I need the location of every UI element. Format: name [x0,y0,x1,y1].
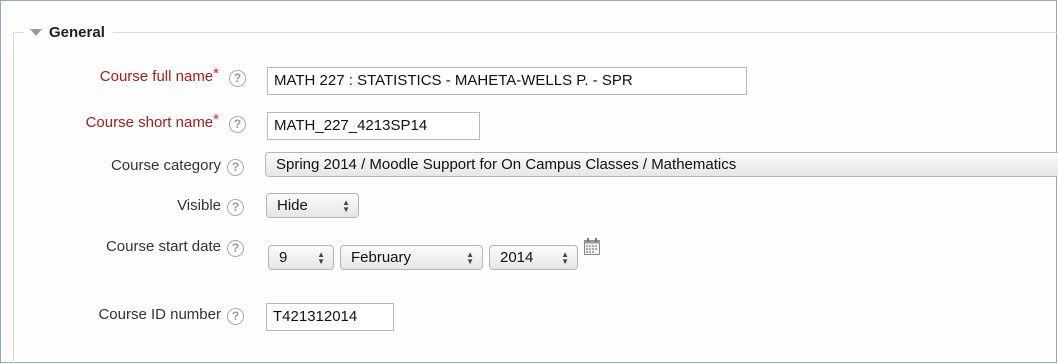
category-select[interactable]: Spring 2014 / Moodle Support for On Camp… [265,152,1058,177]
select-arrows-icon: ▲ ▼ [342,198,350,214]
calendar-icon[interactable] [584,238,600,255]
short-name-label: Course short name [85,114,214,131]
required-star: * [213,65,219,82]
start-month-value: February [351,249,412,266]
start-month-select[interactable]: February ▲ ▼ [340,245,483,270]
id-number-input[interactable]: T421312014 [266,303,394,331]
start-date-label: Course start date [105,238,221,255]
full-name-input[interactable]: MATH 227 : STATISTICS - MAHETA-WELLS P. … [267,67,747,95]
visible-select[interactable]: Hide ▲ ▼ [266,193,359,218]
start-year-value: 2014 [500,249,534,266]
section-title: General [49,23,105,41]
short-name-input[interactable]: MATH_227_4213SP14 [267,112,480,140]
category-label: Course category [110,157,221,174]
select-arrows-icon: ▲ ▼ [561,250,569,266]
section-header-general[interactable]: General [24,22,113,42]
short-name-label-wrap: Course short name* [85,111,219,131]
help-icon[interactable]: ? [227,240,244,257]
start-day-value: 9 [279,249,288,266]
start-year-select[interactable]: 2014 ▲ ▼ [489,245,578,270]
help-icon[interactable]: ? [229,116,246,133]
help-icon[interactable]: ? [227,199,244,216]
collapse-triangle-icon[interactable] [30,28,42,36]
help-icon[interactable]: ? [229,70,246,87]
help-icon[interactable]: ? [227,308,244,325]
visible-label: Visible [177,197,221,214]
id-number-label: Course ID number [98,306,221,323]
help-icon[interactable]: ? [227,159,244,176]
select-arrows-icon: ▲ ▼ [466,250,474,266]
start-day-select[interactable]: 9 ▲ ▼ [268,245,334,270]
visible-selected-value: Hide [277,197,308,214]
full-name-label-wrap: Course full name* [99,65,219,85]
select-arrows-icon: ▲ ▼ [317,250,325,266]
required-star: * [213,111,219,128]
category-selected-value: Spring 2014 / Moodle Support for On Camp… [276,156,737,173]
full-name-label: Course full name [99,68,214,85]
